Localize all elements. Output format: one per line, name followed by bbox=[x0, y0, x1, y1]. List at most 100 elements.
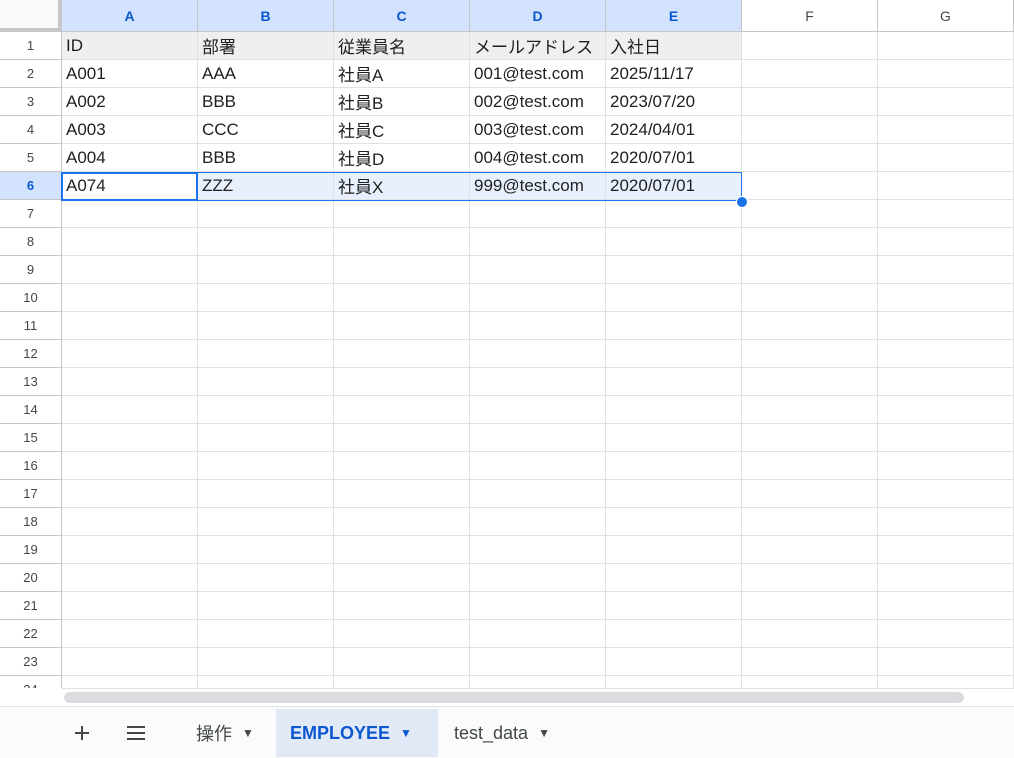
cell-e24[interactable] bbox=[606, 676, 742, 688]
cell-b15[interactable] bbox=[198, 424, 334, 452]
cell-a7[interactable] bbox=[62, 200, 198, 228]
cell-c11[interactable] bbox=[334, 312, 470, 340]
cell-a14[interactable] bbox=[62, 396, 198, 424]
cell-d14[interactable] bbox=[470, 396, 606, 424]
cell-b5[interactable]: BBB bbox=[198, 144, 334, 172]
cell-e13[interactable] bbox=[606, 368, 742, 396]
cell-g14[interactable] bbox=[878, 396, 1014, 424]
cell-g22[interactable] bbox=[878, 620, 1014, 648]
column-header-e[interactable]: E bbox=[606, 0, 742, 32]
cell-b19[interactable] bbox=[198, 536, 334, 564]
cell-g17[interactable] bbox=[878, 480, 1014, 508]
cell-d13[interactable] bbox=[470, 368, 606, 396]
cell-a17[interactable] bbox=[62, 480, 198, 508]
cell-d18[interactable] bbox=[470, 508, 606, 536]
cell-f17[interactable] bbox=[742, 480, 878, 508]
row-header-11[interactable]: 11 bbox=[0, 312, 62, 340]
cell-c2[interactable]: 社員A bbox=[334, 60, 470, 88]
cell-e15[interactable] bbox=[606, 424, 742, 452]
cell-b9[interactable] bbox=[198, 256, 334, 284]
cell-f21[interactable] bbox=[742, 592, 878, 620]
row-header-6[interactable]: 6 bbox=[0, 172, 62, 200]
sheet-tab-sousa[interactable]: 操作 ▼ bbox=[182, 709, 268, 757]
cell-a19[interactable] bbox=[62, 536, 198, 564]
cell-d7[interactable] bbox=[470, 200, 606, 228]
cell-f19[interactable] bbox=[742, 536, 878, 564]
cell-f15[interactable] bbox=[742, 424, 878, 452]
cell-f20[interactable] bbox=[742, 564, 878, 592]
cell-c19[interactable] bbox=[334, 536, 470, 564]
cell-g5[interactable] bbox=[878, 144, 1014, 172]
cell-e20[interactable] bbox=[606, 564, 742, 592]
cell-a9[interactable] bbox=[62, 256, 198, 284]
cell-b4[interactable]: CCC bbox=[198, 116, 334, 144]
cell-c17[interactable] bbox=[334, 480, 470, 508]
cell-e19[interactable] bbox=[606, 536, 742, 564]
cell-e17[interactable] bbox=[606, 480, 742, 508]
row-header-22[interactable]: 22 bbox=[0, 620, 62, 648]
cell-e6[interactable]: 2020/07/01 bbox=[606, 172, 742, 200]
cell-g12[interactable] bbox=[878, 340, 1014, 368]
cell-d1[interactable]: メールアドレス bbox=[470, 32, 606, 60]
cell-e9[interactable] bbox=[606, 256, 742, 284]
add-sheet-button[interactable] bbox=[64, 715, 100, 751]
column-header-c[interactable]: C bbox=[334, 0, 470, 32]
cell-f8[interactable] bbox=[742, 228, 878, 256]
cell-e18[interactable] bbox=[606, 508, 742, 536]
cell-a22[interactable] bbox=[62, 620, 198, 648]
cell-f7[interactable] bbox=[742, 200, 878, 228]
row-header-18[interactable]: 18 bbox=[0, 508, 62, 536]
cell-g1[interactable] bbox=[878, 32, 1014, 60]
cell-e10[interactable] bbox=[606, 284, 742, 312]
cell-f23[interactable] bbox=[742, 648, 878, 676]
cell-b7[interactable] bbox=[198, 200, 334, 228]
cell-f18[interactable] bbox=[742, 508, 878, 536]
cell-b2[interactable]: AAA bbox=[198, 60, 334, 88]
row-header-12[interactable]: 12 bbox=[0, 340, 62, 368]
caret-down-icon[interactable]: ▼ bbox=[242, 726, 254, 740]
cell-c21[interactable] bbox=[334, 592, 470, 620]
cell-g2[interactable] bbox=[878, 60, 1014, 88]
cell-a6[interactable]: A074 bbox=[62, 172, 198, 200]
cell-b14[interactable] bbox=[198, 396, 334, 424]
cell-d6[interactable]: 999@test.com bbox=[470, 172, 606, 200]
cell-c18[interactable] bbox=[334, 508, 470, 536]
row-header-23[interactable]: 23 bbox=[0, 648, 62, 676]
row-header-24[interactable]: 24 bbox=[0, 676, 62, 688]
cell-c7[interactable] bbox=[334, 200, 470, 228]
cell-d3[interactable]: 002@test.com bbox=[470, 88, 606, 116]
cell-g20[interactable] bbox=[878, 564, 1014, 592]
cell-g21[interactable] bbox=[878, 592, 1014, 620]
cell-a2[interactable]: A001 bbox=[62, 60, 198, 88]
cell-e5[interactable]: 2020/07/01 bbox=[606, 144, 742, 172]
cell-e14[interactable] bbox=[606, 396, 742, 424]
row-header-15[interactable]: 15 bbox=[0, 424, 62, 452]
cell-f3[interactable] bbox=[742, 88, 878, 116]
cell-b6[interactable]: ZZZ bbox=[198, 172, 334, 200]
row-header-9[interactable]: 9 bbox=[0, 256, 62, 284]
cell-g9[interactable] bbox=[878, 256, 1014, 284]
cell-c16[interactable] bbox=[334, 452, 470, 480]
row-header-13[interactable]: 13 bbox=[0, 368, 62, 396]
cell-d9[interactable] bbox=[470, 256, 606, 284]
cell-a16[interactable] bbox=[62, 452, 198, 480]
cell-a8[interactable] bbox=[62, 228, 198, 256]
cell-a11[interactable] bbox=[62, 312, 198, 340]
cell-b21[interactable] bbox=[198, 592, 334, 620]
row-header-7[interactable]: 7 bbox=[0, 200, 62, 228]
cell-f16[interactable] bbox=[742, 452, 878, 480]
cell-g7[interactable] bbox=[878, 200, 1014, 228]
cell-a3[interactable]: A002 bbox=[62, 88, 198, 116]
row-header-21[interactable]: 21 bbox=[0, 592, 62, 620]
row-header-19[interactable]: 19 bbox=[0, 536, 62, 564]
cell-d8[interactable] bbox=[470, 228, 606, 256]
cell-c15[interactable] bbox=[334, 424, 470, 452]
cell-c3[interactable]: 社員B bbox=[334, 88, 470, 116]
cell-c5[interactable]: 社員D bbox=[334, 144, 470, 172]
cell-f1[interactable] bbox=[742, 32, 878, 60]
cell-e2[interactable]: 2025/11/17 bbox=[606, 60, 742, 88]
column-header-d[interactable]: D bbox=[470, 0, 606, 32]
cell-b16[interactable] bbox=[198, 452, 334, 480]
cell-a18[interactable] bbox=[62, 508, 198, 536]
column-header-f[interactable]: F bbox=[742, 0, 878, 32]
